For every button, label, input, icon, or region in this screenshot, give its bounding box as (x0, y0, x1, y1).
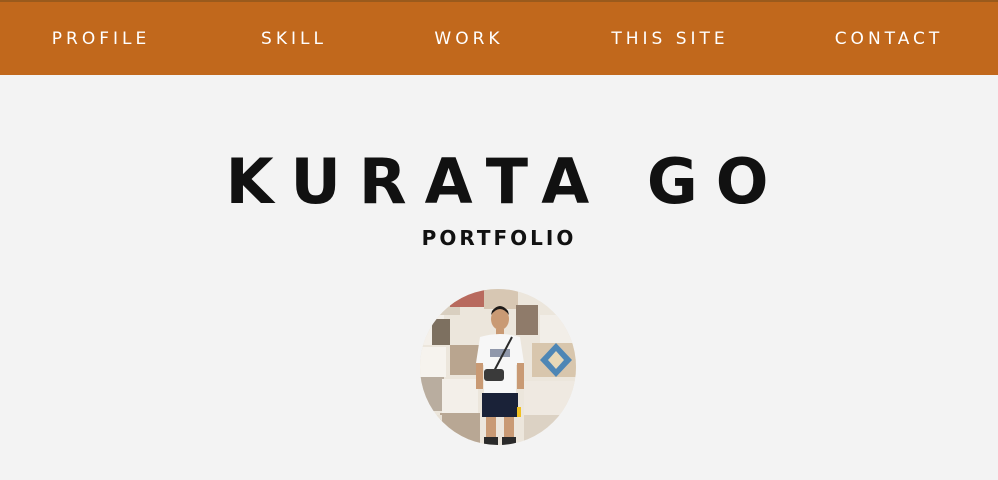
nav-item-this-site[interactable]: THIS SITE (611, 29, 728, 49)
nav-item-profile[interactable]: PROFILE (52, 29, 150, 49)
top-navigation: PROFILE SKILL WORK THIS SITE CONTACT (0, 2, 998, 75)
page-subtitle: PORTFOLIO (421, 226, 577, 250)
page-title: KURATA GO (225, 145, 787, 218)
profile-photo-icon (420, 289, 576, 445)
hero-section: KURATA GO PORTFOLIO (0, 75, 998, 480)
avatar (420, 289, 576, 445)
nav-item-skill[interactable]: SKILL (261, 29, 327, 49)
nav-item-work[interactable]: WORK (434, 29, 503, 49)
nav-item-contact[interactable]: CONTACT (835, 29, 944, 49)
